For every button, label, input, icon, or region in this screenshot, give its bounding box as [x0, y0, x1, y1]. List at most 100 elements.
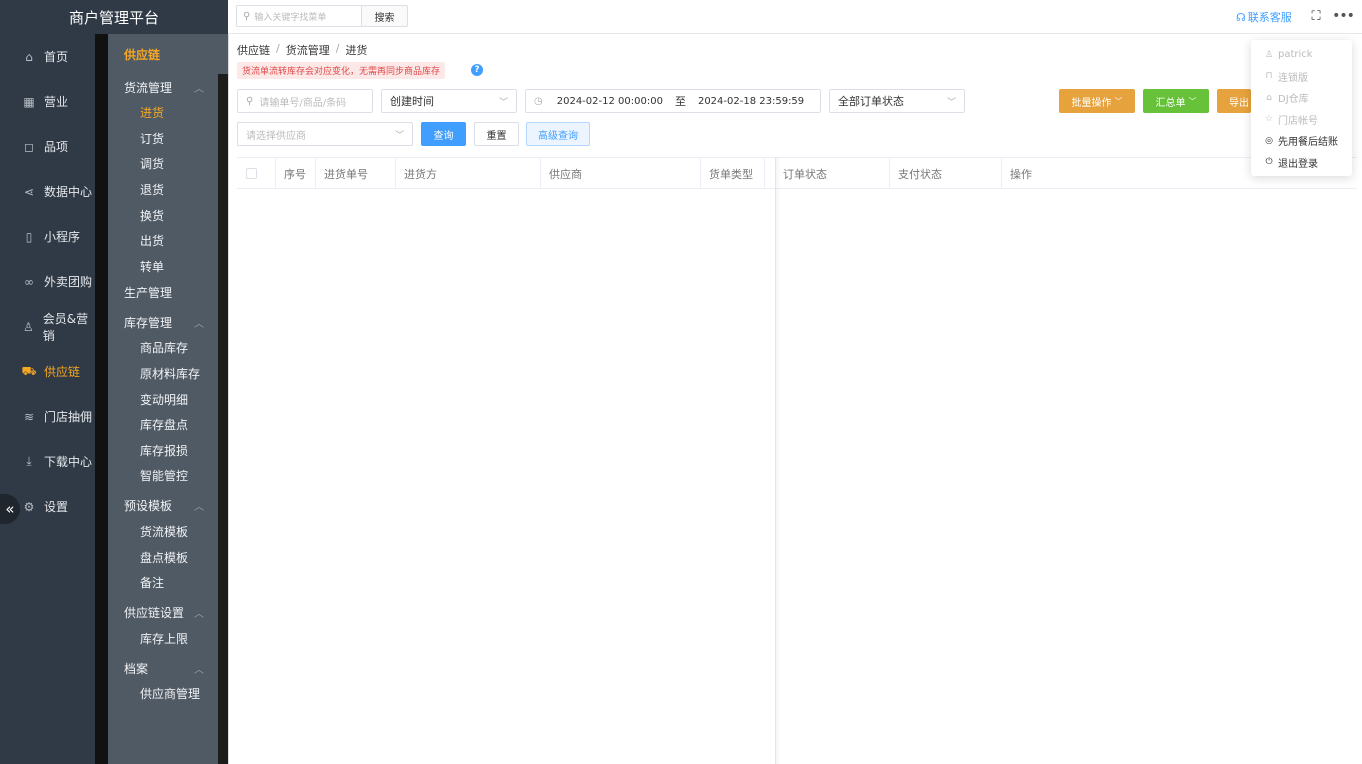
menu-item-product-stock[interactable]: 商品库存 [108, 335, 218, 361]
menu-group-supply-settings[interactable]: 供应链设置 ︿ [108, 600, 218, 626]
select-value: 创建时间 [390, 95, 434, 108]
time-type-select[interactable]: 创建时间 ﹀ [381, 89, 517, 113]
power-icon: ⏻ [1265, 157, 1273, 168]
supplier-select[interactable]: 请选择供应商 ﹀ [237, 122, 413, 146]
target-icon: ◎ [1265, 135, 1273, 146]
home-icon: ⌂ [1266, 92, 1272, 103]
menu-item-return[interactable]: 退货 [108, 177, 218, 203]
phone-icon: ▯ [25, 229, 33, 244]
help-icon[interactable]: ? [471, 64, 483, 76]
breadcrumb-item[interactable]: 货流管理 [286, 42, 330, 58]
query-button[interactable]: 查询 [421, 122, 466, 146]
menu-group-inventory[interactable]: 库存管理 ︿ [108, 309, 218, 335]
primary-sidebar: ⌂ 首页 ▦ 营业 ◻ 品项 ⋖ 数据中心 ▯ 小程序 ∞ 外卖团购 ♙ 会员&营销 ⛟ 供应链… [0, 34, 95, 764]
select-all-checkbox[interactable] [246, 168, 257, 179]
nav-label: 小程序 [44, 230, 81, 244]
menu-item-stocktake[interactable]: 库存盘点 [108, 412, 218, 438]
nav-label: 门店抽佣 [44, 410, 93, 424]
group-label: 货流管理 [124, 80, 173, 95]
advanced-query-button[interactable]: 高级查询 [526, 122, 590, 146]
order-search-input[interactable]: ⚲ 请输单号/商品/条码 [237, 89, 373, 113]
nav-item-products[interactable]: ◻ 品项 [0, 124, 95, 169]
share-icon: ⋖ [23, 184, 35, 199]
select-all-cell [237, 158, 276, 189]
menu-search-button[interactable]: 搜索 [361, 5, 408, 27]
menu-item-supplier-manage[interactable]: 供应商管理 [108, 681, 218, 707]
date-start: 2024-02-12 00:00:00 [556, 95, 663, 107]
menu-group-production[interactable]: 生产管理 [108, 279, 218, 305]
menu-item-loss-report[interactable]: 库存报损 [108, 438, 218, 464]
dropdown-item-dine-first[interactable]: ◎ 先用餐后结账 [1251, 130, 1352, 152]
dropdown-item-logout[interactable]: ⏻ 退出登录 [1251, 152, 1352, 174]
menu-item-remark[interactable]: 备注 [108, 570, 218, 596]
column-header-type: 货单类型 [701, 158, 765, 189]
sidebar-scrollbar[interactable] [218, 74, 228, 764]
chevron-up-icon: ︿ [194, 664, 204, 676]
fullscreen-icon[interactable]: ⛶ [1308, 8, 1324, 24]
contact-support-link[interactable]: ☊ 联系客服 [1236, 9, 1292, 25]
nav-label: 外卖团购 [44, 275, 93, 289]
download-icon: ⤓ [26, 454, 32, 468]
date-end: 2024-02-18 23:59:59 [697, 95, 805, 107]
nav-item-commission[interactable]: ≋ 门店抽佣 [0, 394, 95, 439]
chevron-down-icon: ﹀ [946, 97, 956, 108]
dropdown-label: patrick [1278, 49, 1313, 61]
secondary-sidebar: 供应链 货流管理 ︿ 进货 订货 调货 退货 换货 出货 转单 生产管理 库存管理… [108, 34, 218, 764]
chevron-down-icon: ﹀ [1114, 96, 1123, 106]
nav-item-home[interactable]: ⌂ 首页 [0, 34, 95, 79]
order-status-select[interactable]: 全部订单状态 ﹀ [829, 89, 965, 113]
chevron-up-icon: ︿ [194, 502, 204, 514]
menu-item-transfer[interactable]: 调货 [108, 151, 218, 177]
nav-item-download[interactable]: ⤓ 下载中心 [0, 439, 95, 484]
nav-label: 设置 [44, 500, 69, 514]
scrollbar-cap [218, 34, 228, 74]
nav-item-data-center[interactable]: ⋖ 数据中心 [0, 169, 95, 214]
menu-item-change-detail[interactable]: 变动明细 [108, 386, 218, 412]
group-label: 库存管理 [124, 315, 173, 330]
menu-item-purchase[interactable]: 进货 [108, 100, 218, 126]
breadcrumb: 供应链 / 货流管理 / 进货 [237, 42, 367, 58]
nav-item-supply-chain[interactable]: ⛟ 供应链 [0, 349, 95, 394]
nav-label: 供应链 [44, 365, 81, 379]
export-button[interactable]: 导出 [1217, 89, 1251, 113]
input-placeholder: 请输单号/商品/条码 [259, 97, 347, 109]
chevron-up-icon: ︿ [194, 318, 204, 330]
search-icon: ⚲ [246, 95, 254, 107]
select-placeholder: 请选择供应商 [246, 130, 306, 142]
menu-search-input[interactable]: ⚲ 输入关键字找菜单 [236, 5, 362, 27]
menu-item-exchange[interactable]: 换货 [108, 202, 218, 228]
column-header-supplier: 供应商 [541, 158, 701, 189]
nav-item-business[interactable]: ▦ 营业 [0, 79, 95, 124]
secondary-sidebar-title: 供应链 [124, 47, 161, 62]
dropdown-item-edition: ⊓ 连锁版 [1251, 66, 1352, 88]
contact-label: 联系客服 [1247, 11, 1292, 24]
gear-icon: ⚙ [23, 499, 35, 514]
menu-group-templates[interactable]: 预设模板 ︿ [108, 493, 218, 519]
date-range-picker[interactable]: ◷ 2024-02-12 00:00:00 至 2024-02-18 23:59… [525, 89, 821, 113]
home-icon: ⌂ [25, 49, 33, 64]
reset-button[interactable]: 重置 [474, 122, 519, 146]
breadcrumb-item[interactable]: 供应链 [237, 42, 270, 58]
batch-operation-button[interactable]: 批量操作 ﹀ [1059, 89, 1135, 113]
menu-item-flow-template[interactable]: 货流模板 [108, 519, 218, 545]
menu-item-convert[interactable]: 转单 [108, 254, 218, 280]
menu-item-stocktake-template[interactable]: 盘点模板 [108, 544, 218, 570]
menu-item-smart-control[interactable]: 智能管控 [108, 463, 218, 489]
menu-item-order[interactable]: 订货 [108, 126, 218, 152]
group-label: 生产管理 [124, 285, 173, 300]
dropdown-label: 退出登录 [1278, 158, 1318, 170]
more-icon[interactable]: ••• [1332, 8, 1355, 24]
menu-item-shipment[interactable]: 出货 [108, 228, 218, 254]
button-label: 汇总单 [1155, 97, 1186, 109]
nav-item-miniapp[interactable]: ▯ 小程序 [0, 214, 95, 259]
clock-icon: ◷ [534, 95, 543, 107]
menu-group-archive[interactable]: 档案 ︿ [108, 655, 218, 681]
menu-group-flow[interactable]: 货流管理 ︿ [108, 74, 218, 100]
nav-item-delivery[interactable]: ∞ 外卖团购 [0, 259, 95, 304]
dropdown-item-store-account: ☆ 门店帐号 [1251, 109, 1352, 131]
summary-button[interactable]: 汇总单 ﹀ [1143, 89, 1209, 113]
menu-item-stock-limit[interactable]: 库存上限 [108, 626, 218, 652]
nav-item-member[interactable]: ♙ 会员&营销 [0, 304, 95, 349]
menu-item-material-stock[interactable]: 原材料库存 [108, 361, 218, 387]
inventory-warning: 货流单流转库存会对应变化，无需再同步商品库存 [237, 62, 446, 79]
